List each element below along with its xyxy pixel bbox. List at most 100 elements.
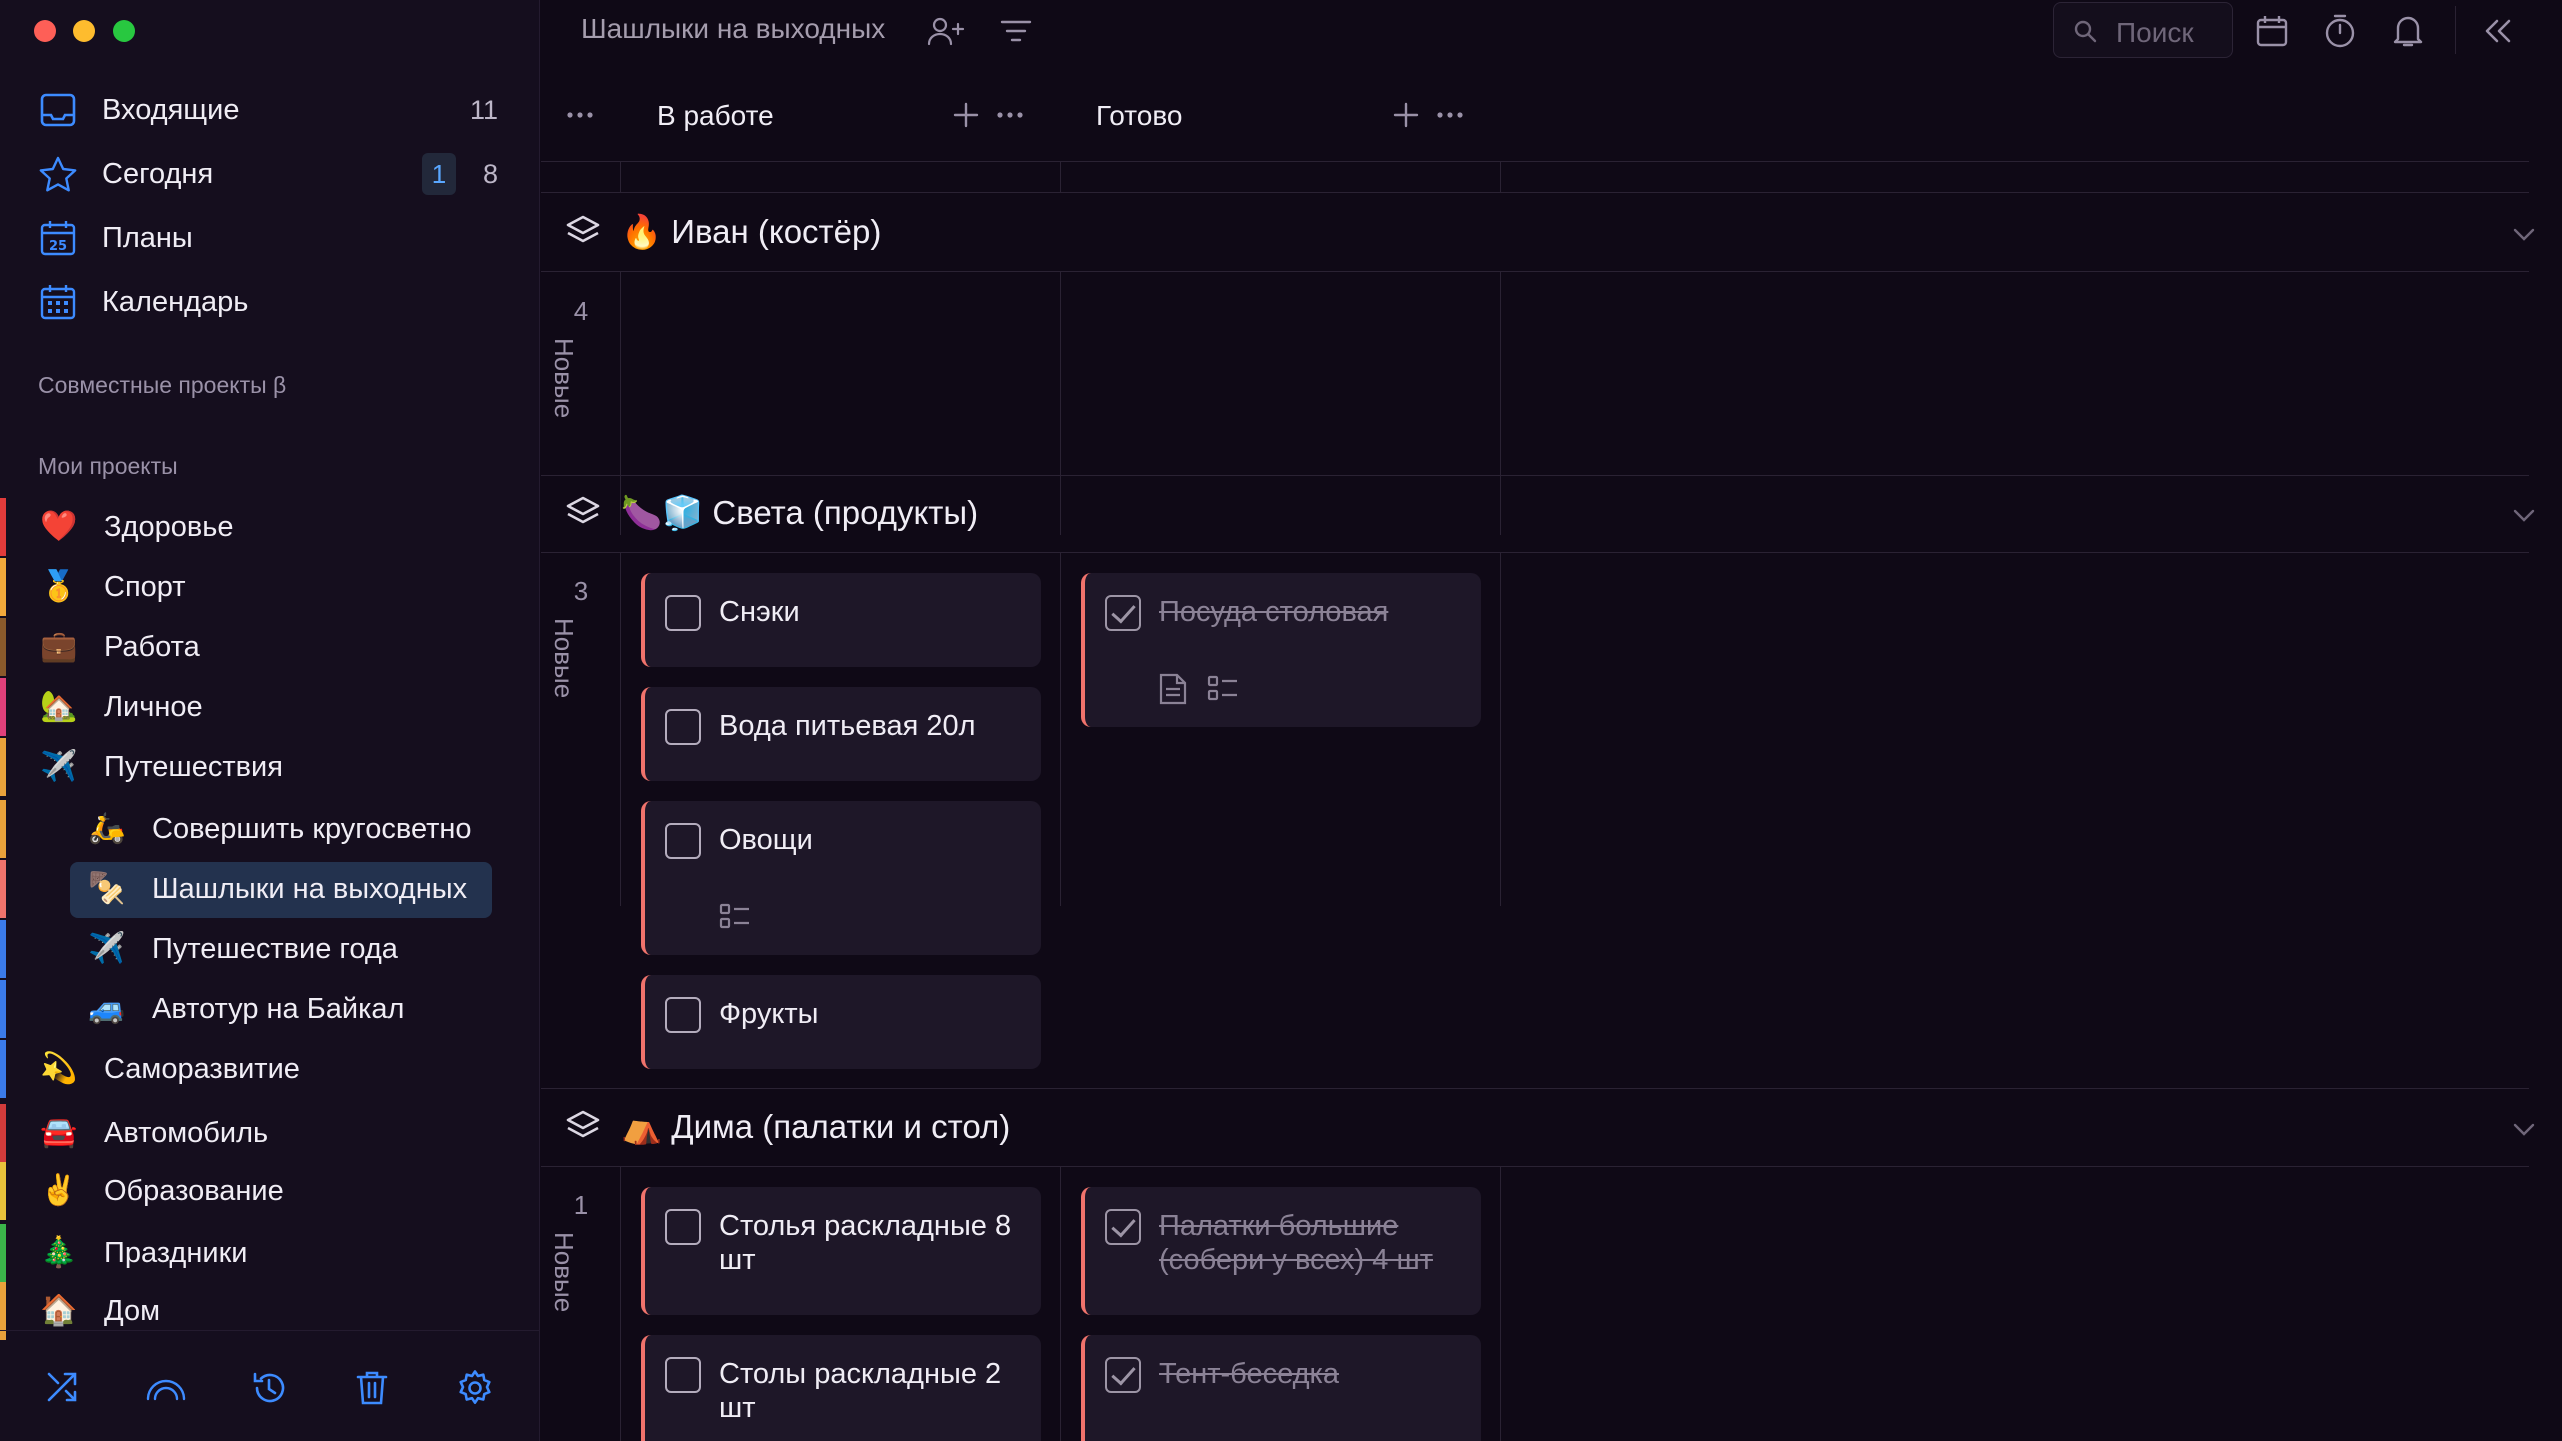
trash-icon[interactable]	[351, 1367, 393, 1409]
nav-plans[interactable]: 25 Планы	[0, 210, 540, 266]
group-title: ⛺ Дима (палатки и стол)	[621, 1108, 1010, 1147]
new-count: 1	[573, 1190, 589, 1220]
chevron-down-icon[interactable]	[2507, 217, 2541, 251]
settings-icon[interactable]	[454, 1367, 496, 1409]
project-color-bar	[0, 1224, 6, 1282]
nav-inbox[interactable]: Входящие 11	[0, 82, 540, 138]
kanban-board: В работе Готово 🔥 Иван (костёр) 4 Новые …	[541, 60, 2562, 1441]
project-color-bar	[0, 678, 6, 736]
project-item[interactable]: ✈️ Путешествия	[0, 738, 540, 796]
sidebar: Входящие 11 Сегодня 1 8 25 Планы Календа…	[0, 0, 540, 1441]
project-item[interactable]: 🚘 Автомобиль	[0, 1104, 540, 1162]
project-title[interactable]: Шашлыки на выходных	[581, 13, 885, 45]
task-card[interactable]: Овощи	[641, 801, 1041, 955]
project-label: Путешествие года	[152, 932, 398, 965]
task-title: Вода питьевая 20л	[719, 710, 976, 742]
bell-icon[interactable]	[2389, 12, 2427, 50]
task-checkbox[interactable]	[665, 1357, 701, 1393]
rainbow-icon[interactable]	[145, 1367, 187, 1409]
group-title: 🍆🧊 Света (продукты)	[621, 494, 978, 533]
new-count: 3	[573, 576, 589, 606]
divider	[541, 1088, 2529, 1089]
task-checkbox[interactable]	[665, 595, 701, 631]
task-card-done[interactable]: Посуда столовая	[1081, 573, 1481, 727]
task-card-done[interactable]: Палатки большие (собери у всех) 4 шт	[1081, 1187, 1481, 1315]
task-checkbox-checked[interactable]	[1105, 1357, 1141, 1393]
column-title-done[interactable]: Готово	[1096, 100, 1182, 132]
nav-label: Входящие	[102, 93, 240, 126]
project-item[interactable]: 💼 Работа	[0, 618, 540, 676]
shared-projects-title[interactable]: Совместные проекты β	[38, 372, 286, 399]
subproject-item[interactable]: ✈️ Путешествие года	[0, 920, 540, 978]
task-checkbox-checked[interactable]	[1105, 1209, 1141, 1245]
add-task-icon[interactable]	[949, 98, 983, 132]
project-label: Саморазвитие	[104, 1052, 300, 1085]
group-header[interactable]: 🔥 Иван (костёр)	[541, 195, 2541, 271]
project-color-bar	[0, 498, 6, 556]
new-label: Новые	[549, 338, 579, 419]
eggplant-ice-icon: 🍆🧊	[621, 494, 704, 531]
column-more-icon[interactable]	[993, 98, 1027, 132]
history-icon[interactable]	[248, 1367, 290, 1409]
shuffle-icon[interactable]	[42, 1367, 84, 1409]
nav-label: Сегодня	[102, 157, 214, 190]
add-member-icon[interactable]	[927, 12, 965, 50]
group-header[interactable]: ⛺ Дима (палатки и стол)	[541, 1090, 2541, 1166]
project-item[interactable]: ✌️ Образование	[0, 1162, 540, 1220]
group-title-text: Света (продукты)	[712, 494, 979, 531]
window-minimize-button[interactable]	[73, 20, 95, 42]
subproject-item[interactable]: 🛵 Совершить кругосветное путешествие	[0, 800, 540, 858]
task-checkbox[interactable]	[665, 709, 701, 745]
column-more-icon[interactable]	[1433, 98, 1467, 132]
suv-icon: 🚙	[88, 991, 126, 1026]
calendar-icon[interactable]	[2253, 12, 2291, 50]
project-item[interactable]: 🥇 Спорт	[0, 558, 540, 616]
nav-calendar[interactable]: Календарь	[0, 274, 540, 330]
group-header[interactable]: 🍆🧊 Света (продукты)	[541, 476, 2541, 552]
task-checkbox[interactable]	[665, 1209, 701, 1245]
project-item[interactable]: 💫 Саморазвитие	[0, 1040, 540, 1098]
task-card[interactable]: Столья раскладные 8 шт	[641, 1187, 1041, 1315]
topbar-divider	[2455, 6, 2456, 54]
window-zoom-button[interactable]	[113, 20, 135, 42]
task-card[interactable]: Вода питьевая 20л	[641, 687, 1041, 781]
project-label: Дом	[104, 1294, 161, 1327]
nav-today[interactable]: Сегодня 1 8	[0, 146, 540, 202]
task-card[interactable]: Фрукты	[641, 975, 1041, 1069]
task-card[interactable]: Столы раскладные 2 шт	[641, 1335, 1041, 1441]
chevron-down-icon[interactable]	[2507, 1112, 2541, 1146]
add-task-icon[interactable]	[1389, 98, 1423, 132]
layers-icon	[566, 496, 600, 524]
project-item[interactable]: 🏡 Личное	[0, 678, 540, 736]
group-title-text: Дима (палатки и стол)	[671, 1108, 1011, 1145]
project-item[interactable]: 🎄 Праздники	[0, 1224, 540, 1282]
task-card-done[interactable]: Тент-беседка	[1081, 1335, 1481, 1441]
task-checkbox[interactable]	[665, 823, 701, 859]
medal-icon: 🥇	[40, 569, 78, 604]
window-close-button[interactable]	[34, 20, 56, 42]
subproject-item-active[interactable]: 🍢 Шашлыки на выходных	[0, 860, 540, 918]
task-title: Снэки	[719, 596, 800, 628]
layers-icon	[566, 215, 600, 243]
chevron-down-icon[interactable]	[2507, 498, 2541, 532]
collapse-panel-icon[interactable]	[2479, 12, 2517, 50]
timer-icon[interactable]	[2321, 12, 2359, 50]
top-bar: Шашлыки на выходных Поиск	[541, 0, 2562, 60]
divider	[1060, 552, 1061, 906]
house-icon: 🏠	[40, 1293, 78, 1328]
filter-icon[interactable]	[997, 12, 1035, 50]
column-title-in-progress[interactable]: В работе	[657, 100, 774, 132]
task-checkbox[interactable]	[665, 997, 701, 1033]
board-more-icon[interactable]	[563, 98, 597, 132]
inbox-icon	[38, 90, 78, 130]
divider	[541, 552, 2529, 553]
group-title-text: Иван (костёр)	[671, 213, 882, 250]
checklist-icon	[719, 903, 749, 929]
task-title: Столы раскладные 2 шт	[719, 1358, 1002, 1424]
task-checkbox-checked[interactable]	[1105, 595, 1141, 631]
search-field[interactable]: Поиск	[2053, 2, 2233, 58]
project-item[interactable]: ❤️ Здоровье	[0, 498, 540, 556]
project-color-bar	[0, 920, 6, 978]
task-card[interactable]: Снэки	[641, 573, 1041, 667]
subproject-item[interactable]: 🚙 Автотур на Байкал	[0, 980, 540, 1038]
